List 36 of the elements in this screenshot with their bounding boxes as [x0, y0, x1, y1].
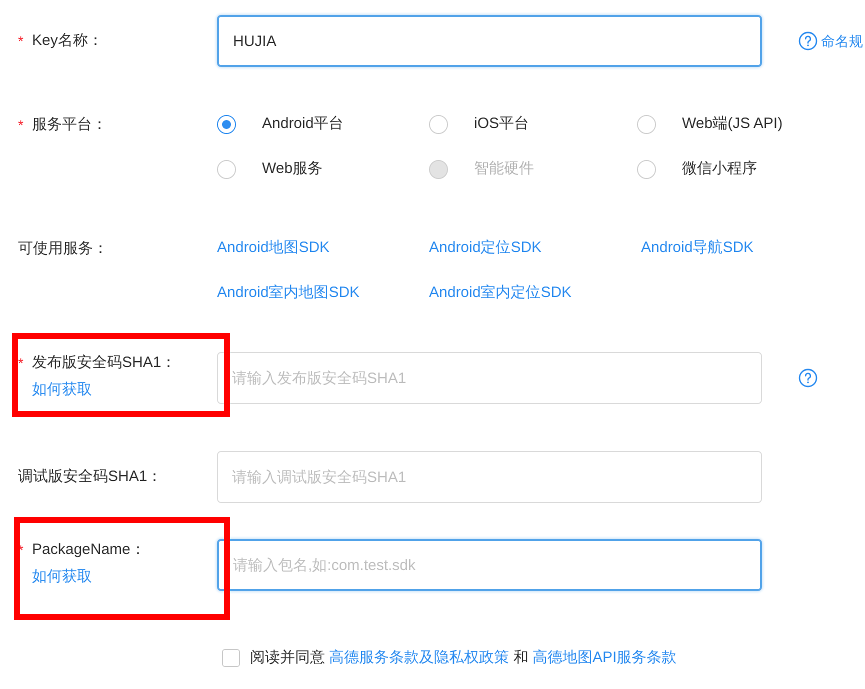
- naming-rules-link[interactable]: 命名规: [821, 30, 863, 52]
- service-link[interactable]: Android地图SDK: [217, 237, 330, 260]
- field-label: PackageName：: [32, 540, 146, 560]
- field-label: 服务平台：: [32, 114, 107, 135]
- service-link[interactable]: Android室内定位SDK: [429, 282, 572, 305]
- service-link[interactable]: Android导航SDK: [641, 237, 754, 260]
- radio-button[interactable]: [637, 115, 656, 134]
- terms-link[interactable]: 高德服务条款及隐私权政策: [329, 649, 510, 666]
- radio-label: 智能硬件: [474, 159, 534, 180]
- agreement-text: 阅读并同意 高德服务条款及隐私权政策 和 高德地图API服务条款: [250, 648, 677, 668]
- radio-label: 微信小程序: [682, 159, 757, 180]
- radio-button[interactable]: [429, 115, 448, 134]
- radio-label: iOS平台: [474, 114, 530, 134]
- required-mark: *: [18, 32, 24, 50]
- radio-button[interactable]: [637, 160, 656, 179]
- field-label: 调试版安全码SHA1：: [18, 466, 162, 487]
- how-to-get-link[interactable]: 如何获取: [18, 379, 217, 402]
- how-to-get-link[interactable]: 如何获取: [18, 566, 217, 588]
- terms-link[interactable]: 高德地图API服务条款: [532, 649, 677, 666]
- field-label: 发布版安全码SHA1：: [32, 352, 176, 373]
- text-input[interactable]: 请输入包名,如:com.test.sdk: [217, 539, 762, 591]
- radio-button[interactable]: [217, 115, 236, 134]
- radio-label: Web端(JS API): [682, 114, 783, 134]
- help-icon[interactable]: [798, 31, 818, 51]
- help-icon[interactable]: [798, 368, 818, 388]
- required-mark: *: [18, 354, 24, 372]
- radio-label: Web服务: [262, 159, 323, 180]
- radio-button[interactable]: [217, 160, 236, 179]
- service-link[interactable]: Android定位SDK: [429, 237, 542, 260]
- field-label: 可使用服务：: [18, 238, 108, 259]
- text-input[interactable]: HUJIA: [217, 15, 762, 67]
- radio-label: Android平台: [262, 114, 344, 134]
- field-label: Key名称：: [32, 30, 103, 51]
- service-link[interactable]: Android室内地图SDK: [217, 282, 360, 305]
- agreement-checkbox[interactable]: [222, 649, 240, 667]
- required-mark: *: [18, 116, 24, 134]
